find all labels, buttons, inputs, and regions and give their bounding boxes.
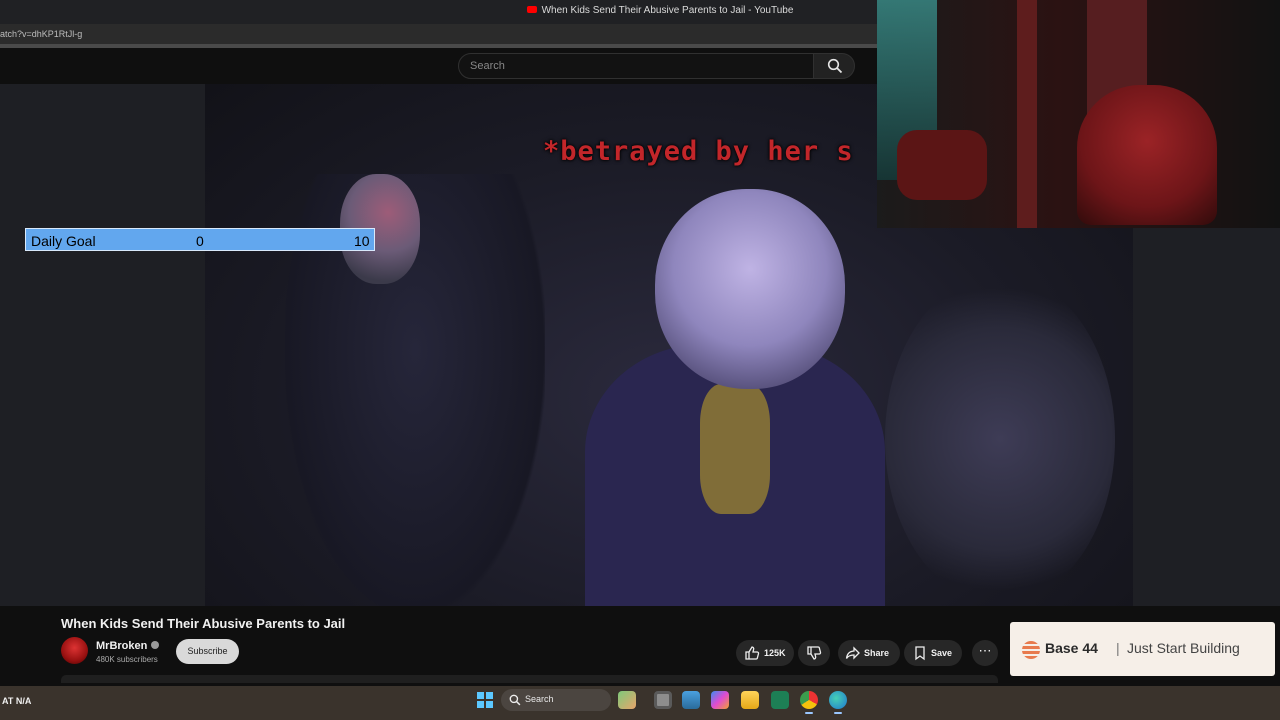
- subscriber-count: 480K subscribers: [96, 655, 158, 664]
- taskbar-search-icon: [509, 694, 521, 706]
- ad-brand: Base 44: [1045, 640, 1098, 656]
- base44-logo-icon: [1022, 641, 1040, 659]
- widgets-icon[interactable]: [682, 691, 700, 709]
- taskbar-search-placeholder: Search: [525, 694, 554, 704]
- subscribe-button[interactable]: Subscribe: [176, 639, 239, 664]
- address-url[interactable]: atch?v=dhKP1RtJl-g: [0, 29, 82, 39]
- channel-avatar[interactable]: [61, 637, 88, 664]
- save-label: Save: [931, 648, 953, 658]
- webcam-chair: [897, 130, 987, 200]
- goal-label: Daily Goal: [31, 233, 96, 249]
- ad-tagline: Just Start Building: [1127, 640, 1240, 656]
- window-title-text: When Kids Send Their Abusive Parents to …: [541, 5, 794, 16]
- daily-goal-bar: Daily Goal 0 10: [25, 228, 375, 251]
- ad-separator: |: [1116, 640, 1120, 656]
- file-explorer-icon[interactable]: [741, 691, 759, 709]
- sponsored-ad[interactable]: Base 44 | Just Start Building: [1010, 622, 1275, 676]
- start-button[interactable]: [477, 692, 493, 708]
- copilot-app-icon[interactable]: [711, 691, 729, 709]
- bookmark-icon: [915, 646, 925, 661]
- taskbar-search[interactable]: Search: [501, 689, 611, 711]
- like-button[interactable]: 125K: [736, 640, 794, 666]
- webcam-wall: [1017, 0, 1037, 228]
- edge-icon[interactable]: [829, 691, 847, 714]
- search-placeholder: Search: [470, 60, 505, 72]
- chrome-icon[interactable]: [800, 691, 818, 714]
- search-button[interactable]: [813, 53, 855, 79]
- search-icon: [827, 58, 843, 74]
- video-caption: *betrayed by her s: [543, 136, 854, 167]
- more-actions-button[interactable]: ⋯: [972, 640, 998, 666]
- share-icon: [845, 646, 860, 660]
- video-title: When Kids Send Their Abusive Parents to …: [61, 616, 346, 631]
- weather-widget[interactable]: AT N/A: [2, 696, 31, 706]
- search-input[interactable]: Search: [458, 53, 814, 79]
- video-figure-woman-shirt: [700, 384, 770, 514]
- description-box[interactable]: [61, 675, 998, 683]
- verified-icon: [151, 641, 160, 649]
- share-button[interactable]: Share: [838, 640, 900, 666]
- copilot-icon[interactable]: [618, 691, 636, 709]
- channel-name[interactable]: MrBroken: [96, 640, 160, 652]
- goal-target: 10: [354, 233, 370, 249]
- channel-name-text[interactable]: MrBroken: [96, 640, 147, 652]
- webcam-person: [1077, 85, 1217, 225]
- like-count: 125K: [764, 648, 786, 658]
- windows-taskbar: [0, 686, 1280, 720]
- task-view-icon[interactable]: [654, 691, 672, 709]
- thumbs-down-icon: [807, 646, 822, 660]
- goal-current: 0: [196, 233, 204, 249]
- save-button[interactable]: Save: [904, 640, 962, 666]
- video-figure-blurred: [885, 274, 1115, 604]
- video-figure-woman-head: [655, 189, 845, 389]
- more-icon: ⋯: [978, 643, 992, 658]
- webcam-overlay: [877, 0, 1280, 228]
- youtube-favicon-icon: [526, 6, 537, 13]
- dislike-button[interactable]: [798, 640, 830, 666]
- thumbs-up-icon: [745, 646, 760, 660]
- store-icon[interactable]: [771, 691, 789, 709]
- share-label: Share: [864, 648, 890, 658]
